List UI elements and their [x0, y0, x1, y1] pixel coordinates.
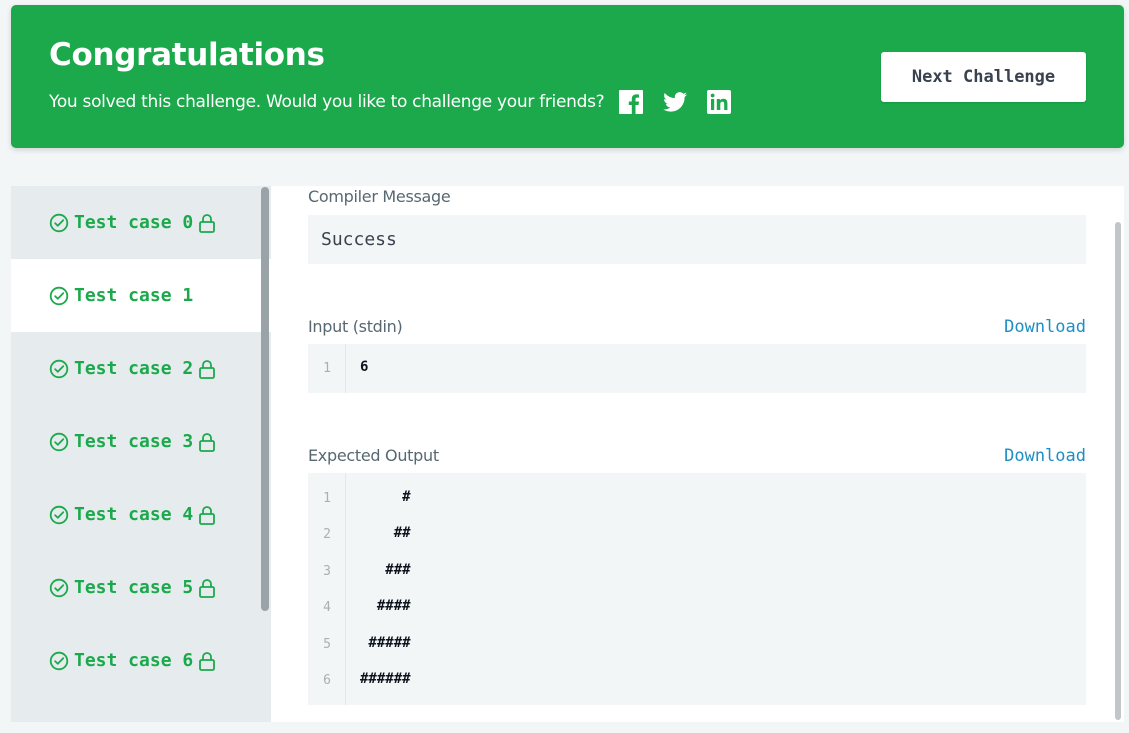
test-case-0[interactable]: Test case 0 — [11, 186, 271, 259]
compiler-message-text: Success — [321, 229, 397, 250]
lock-icon — [198, 213, 218, 233]
check-circle-icon — [49, 578, 69, 598]
lock-icon — [198, 505, 218, 525]
check-circle-icon — [49, 359, 69, 379]
line-number: 1 — [323, 361, 331, 376]
check-circle-icon — [49, 505, 69, 525]
sidebar-scrollbar[interactable] — [261, 187, 269, 611]
banner-message: You solved this challenge. Would you lik… — [49, 92, 605, 112]
twitter-icon[interactable] — [662, 89, 688, 115]
check-circle-icon — [49, 651, 69, 671]
check-circle-icon — [49, 286, 69, 306]
input-download-link[interactable]: Download — [1004, 317, 1086, 337]
line-number: 5 — [323, 637, 331, 652]
result-panel-scrollbar[interactable] — [1115, 222, 1121, 720]
test-case-3[interactable]: Test case 3 — [11, 405, 271, 478]
line-number: 3 — [323, 564, 331, 579]
expected-output-download-link[interactable]: Download — [1004, 446, 1086, 466]
output-line: # — [360, 489, 411, 505]
output-line: #### — [360, 598, 411, 614]
input-line: 6 — [360, 359, 369, 375]
line-number-gutter — [308, 473, 346, 705]
linkedin-icon[interactable] — [706, 89, 732, 115]
expected-output-label: Expected Output — [308, 446, 439, 465]
line-number: 4 — [323, 600, 331, 615]
test-case-1[interactable]: Test case 1 — [11, 259, 271, 332]
compiler-message-box: Success — [308, 215, 1086, 264]
test-case-6[interactable]: Test case 6 — [11, 624, 271, 697]
check-circle-icon — [49, 432, 69, 452]
test-case-label: Test case 6 — [74, 650, 194, 671]
test-case-5[interactable]: Test case 5 — [11, 551, 271, 624]
line-number: 6 — [323, 673, 331, 688]
test-case-label: Test case 5 — [74, 577, 194, 598]
compiler-message-label: Compiler Message — [308, 187, 451, 206]
test-case-label: Test case 3 — [74, 431, 194, 452]
line-number: 1 — [323, 491, 331, 506]
lock-icon — [198, 578, 218, 598]
check-circle-icon — [49, 213, 69, 233]
output-line: ### — [360, 562, 411, 578]
expected-output-box: 1 2 3 4 5 6 # ## ### #### ##### ###### — [308, 473, 1086, 705]
test-case-label: Test case 4 — [74, 504, 194, 525]
input-box: 1 6 — [308, 344, 1086, 393]
banner-title: Congratulations — [49, 37, 325, 73]
line-number: 2 — [323, 527, 331, 542]
input-label: Input (stdin) — [308, 317, 403, 336]
test-case-label: Test case 2 — [74, 358, 194, 379]
next-challenge-button[interactable]: Next Challenge — [881, 52, 1086, 102]
test-case-label: Test case 0 — [74, 212, 194, 233]
success-banner: Congratulations You solved this challeng… — [11, 5, 1124, 148]
social-share — [618, 89, 750, 115]
test-case-2[interactable]: Test case 2 — [11, 332, 271, 405]
lock-icon — [198, 651, 218, 671]
lock-icon — [198, 359, 218, 379]
output-line: ## — [360, 525, 411, 541]
output-line: ##### — [360, 635, 411, 651]
facebook-icon[interactable] — [618, 89, 644, 115]
test-case-4[interactable]: Test case 4 — [11, 478, 271, 551]
test-case-sidebar: Test case 0 Test case 1 Test case 2 Test… — [11, 186, 271, 722]
banner-subtitle: You solved this challenge. Would you lik… — [49, 89, 750, 115]
test-case-label: Test case 1 — [74, 285, 194, 306]
lock-icon — [198, 432, 218, 452]
output-line: ###### — [360, 671, 411, 687]
